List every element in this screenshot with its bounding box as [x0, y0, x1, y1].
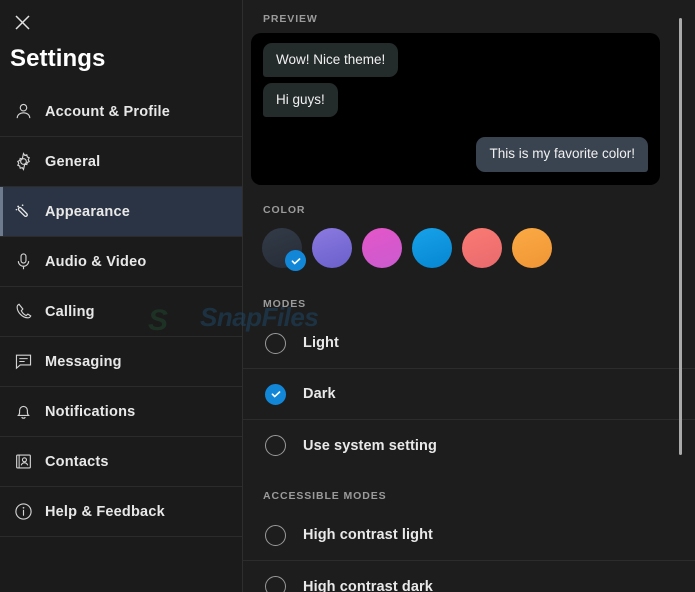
sidebar-item-label: Account & Profile — [45, 103, 171, 120]
mode-option-label: Light — [303, 335, 339, 351]
sidebar-item-notifications[interactable]: Notifications — [0, 387, 242, 437]
sidebar-item-contacts[interactable]: Contacts — [0, 437, 242, 487]
appearance-settings-panel: PREVIEW Wow! Nice theme! Hi guys! This i… — [243, 0, 695, 592]
phone-icon — [8, 302, 38, 321]
settings-window: Settings Account & Profile General Appea… — [0, 0, 695, 592]
settings-sidebar: Settings Account & Profile General Appea… — [0, 0, 243, 592]
theme-preview-card: Wow! Nice theme! Hi guys! This is my fav… — [251, 33, 660, 185]
modes-option-list: Light Dark Use system setting — [243, 318, 695, 471]
sidebar-item-label: Help & Feedback — [45, 503, 165, 520]
color-section-heading: COLOR — [263, 204, 306, 216]
swatch-fill — [512, 228, 552, 268]
color-swatch-pink[interactable] — [362, 228, 402, 268]
mode-option-label: Use system setting — [303, 437, 437, 454]
magic-wand-icon — [8, 202, 38, 222]
sidebar-item-account-profile[interactable]: Account & Profile — [0, 87, 242, 137]
color-swatch-list — [262, 228, 552, 271]
accessible-mode-option-label: High contrast dark — [303, 578, 433, 592]
swatch-fill — [412, 228, 452, 268]
sidebar-item-label: General — [45, 153, 101, 170]
mode-option-use-system-setting[interactable]: Use system setting — [243, 420, 695, 471]
radio-button[interactable] — [265, 576, 286, 592]
sidebar-item-appearance[interactable]: Appearance — [0, 187, 242, 237]
radio-button[interactable] — [265, 524, 286, 546]
accessible-mode-option-high-contrast-light[interactable]: High contrast light — [243, 510, 695, 561]
preview-message-incoming: Wow! Nice theme! — [263, 43, 399, 78]
accessible-modes-option-list: High contrast light High contrast dark — [243, 510, 695, 592]
close-icon[interactable] — [4, 6, 40, 38]
accessible-modes-section-heading: ACCESSIBLE MODES — [263, 490, 387, 502]
mode-option-dark[interactable]: Dark — [243, 369, 695, 420]
preview-message-outgoing: This is my favorite color! — [476, 137, 648, 172]
vertical-scrollbar-thumb[interactable] — [679, 18, 682, 455]
sidebar-item-label: Appearance — [45, 203, 131, 220]
page-title: Settings — [10, 45, 106, 72]
swatch-selected-check-icon — [285, 250, 306, 271]
info-circle-icon — [8, 502, 38, 521]
radio-button-selected[interactable] — [265, 383, 286, 405]
sidebar-item-label: Calling — [45, 303, 95, 320]
color-swatch-red[interactable] — [462, 228, 502, 268]
radio-button[interactable] — [265, 332, 286, 354]
color-swatch-slate[interactable] — [262, 228, 306, 271]
sidebar-item-label: Contacts — [45, 453, 109, 470]
sidebar-item-messaging[interactable]: Messaging — [0, 337, 242, 387]
sidebar-item-help-feedback[interactable]: Help & Feedback — [0, 487, 242, 537]
sidebar-item-general[interactable]: General — [0, 137, 242, 187]
radio-button[interactable] — [265, 435, 286, 456]
mode-option-label: Dark — [303, 386, 336, 402]
modes-section-heading: MODES — [263, 298, 307, 310]
swatch-fill — [362, 228, 402, 268]
sidebar-nav: Account & Profile General Appearance Aud… — [0, 87, 242, 537]
sidebar-item-label: Messaging — [45, 353, 122, 370]
sidebar-item-audio-video[interactable]: Audio & Video — [0, 237, 242, 287]
bell-icon — [8, 402, 38, 421]
gear-icon — [8, 152, 38, 171]
mode-option-light[interactable]: Light — [243, 318, 695, 369]
sidebar-item-calling[interactable]: Calling — [0, 287, 242, 337]
swatch-fill — [312, 228, 352, 268]
sidebar-item-label: Audio & Video — [45, 253, 147, 270]
accessible-mode-option-high-contrast-dark[interactable]: High contrast dark — [243, 561, 695, 592]
color-swatch-orange[interactable] — [512, 228, 552, 268]
microphone-icon — [8, 252, 38, 271]
preview-section-heading: PREVIEW — [263, 13, 318, 25]
color-swatch-purple[interactable] — [312, 228, 352, 268]
contact-card-icon — [8, 452, 38, 471]
sidebar-item-label: Notifications — [45, 403, 136, 420]
person-icon — [8, 102, 38, 121]
vertical-scrollbar-track[interactable] — [679, 0, 690, 592]
swatch-fill — [462, 228, 502, 268]
preview-message-incoming: Hi guys! — [263, 83, 338, 118]
chat-bubble-icon — [8, 352, 38, 371]
color-swatch-blue[interactable] — [412, 228, 452, 268]
accessible-mode-option-label: High contrast light — [303, 527, 433, 543]
